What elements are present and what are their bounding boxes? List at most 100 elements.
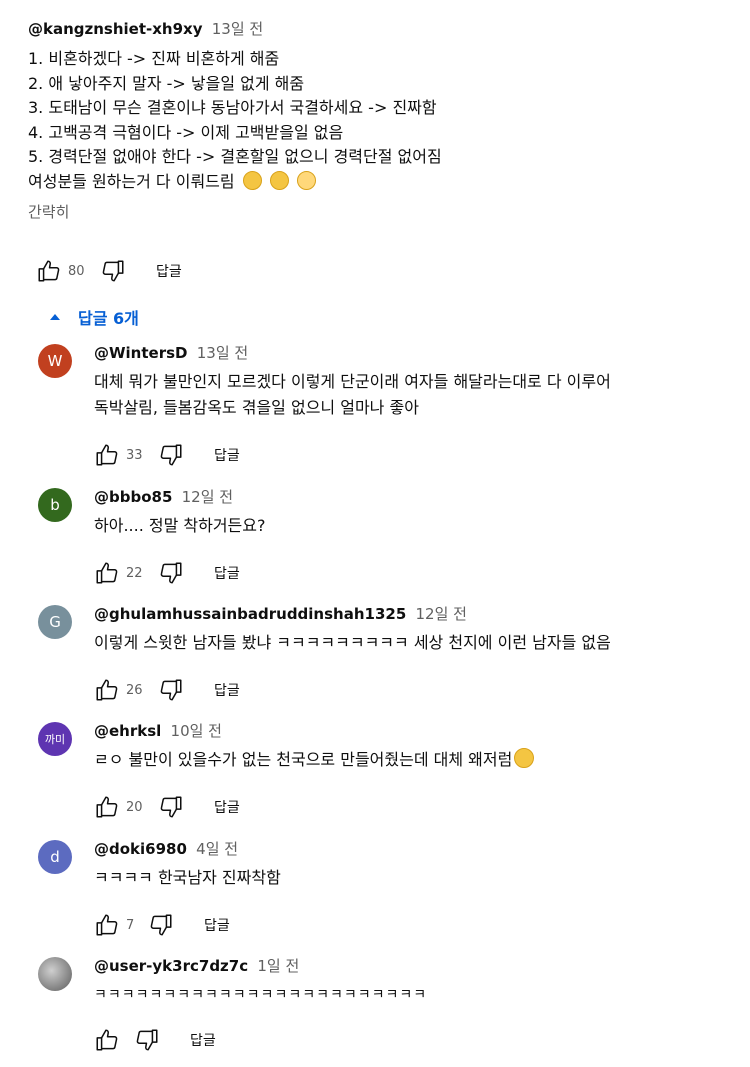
thumbs-down-icon[interactable] [158, 677, 184, 703]
reply-button[interactable]: 답글 [214, 563, 240, 583]
comment-line: 여성분들 원하는거 다 이뤄드림 [28, 171, 235, 191]
reply-time[interactable]: 12일 전 [182, 488, 233, 506]
reply-body: @ehrksl 10일 전 ㄹㅇ 불만이 있을수가 없는 천국으로 만들어줬는데… [94, 720, 750, 821]
reply-line: ㄹㅇ 불만이 있을수가 없는 천국으로 만들어줬는데 대체 왜저럼 [94, 750, 513, 769]
reply-line: 이렇게 스윗한 남자들 봤냐 ㅋㅋㅋㅋㅋㅋㅋㅋㅋ 세상 천지에 이런 남자들 없… [94, 633, 611, 652]
thumbs-down-icon[interactable] [134, 1027, 160, 1053]
reply-line: 독박살림, 들봄감옥도 겪을일 없으니 얼마나 좋아 [94, 398, 419, 417]
avatar-letter: d [50, 848, 60, 866]
thumbs-up-icon[interactable] [94, 677, 120, 703]
reply-line-wrap: ㄹㅇ 불만이 있을수가 없는 천국으로 만들어줬는데 대체 왜저럼 [94, 747, 750, 773]
reply-button[interactable]: 답글 [214, 445, 240, 465]
reply-text: ㅋㅋㅋㅋㅋㅋㅋㅋㅋㅋㅋㅋㅋㅋㅋㅋㅋㅋㅋㅋㅋㅋㅋㅋ [94, 982, 750, 1008]
beaming-emoji-icon [296, 170, 316, 190]
reply-toolbar: 7 답글 [94, 911, 750, 939]
reply-header: @bbbo85 12일 전 [94, 486, 750, 507]
like-count: 80 [68, 263, 85, 279]
reply-author[interactable]: @bbbo85 [94, 488, 172, 506]
reply-toolbar: 20 답글 [94, 793, 750, 821]
reply-button[interactable]: 답글 [156, 261, 182, 281]
avatar-letter: b [50, 496, 60, 514]
reply-button[interactable]: 답글 [190, 1030, 216, 1050]
comment-line: 5. 경력단절 없애야 한다 -> 결혼할일 없으니 경력단절 없어짐 [28, 147, 442, 166]
comment-header: @kangznshiet-xh9xy 13일 전 [28, 18, 748, 39]
reply-header: @WintersD 13일 전 [94, 342, 750, 363]
comment-line: 4. 고백공격 극혐이다 -> 이제 고백받을일 없음 [28, 122, 344, 142]
comment-line-last: 여성분들 원하는거 다 이뤄드림 [28, 170, 748, 195]
comment-line: 2. 애 낳아주지 말자 -> 낳을일 없게 해줌 [28, 73, 305, 93]
avatar[interactable]: W [38, 344, 72, 378]
reply-toolbar: 22 답글 [94, 559, 750, 587]
avatar[interactable]: 까미 [38, 722, 72, 756]
reply-button[interactable]: 답글 [214, 680, 240, 700]
reply-time[interactable]: 4일 전 [196, 840, 238, 858]
comment-line: 1. 비혼하겠다 -> 진짜 비혼하게 해줌 [28, 49, 280, 68]
reply-button[interactable]: 답글 [214, 797, 240, 817]
reply-text: 대체 뭐가 불만인지 모르겠다 이렇게 단군이래 여자들 해달라는대로 다 이루… [94, 369, 750, 421]
replies-toggle-button[interactable]: 답글 6개 [50, 305, 139, 329]
avatar-letter: 까미 [44, 733, 66, 746]
thumbs-up-icon[interactable] [94, 794, 120, 820]
reply-time[interactable]: 12일 전 [416, 605, 467, 623]
smile-emoji-icon [242, 170, 262, 190]
reply-line: ㅋㅋㅋㅋㅋㅋㅋㅋㅋㅋㅋㅋㅋㅋㅋㅋㅋㅋㅋㅋㅋㅋㅋㅋ [94, 987, 428, 1003]
comment-time[interactable]: 13일 전 [212, 20, 263, 38]
like-count: 7 [126, 917, 135, 933]
reply-button[interactable]: 답글 [204, 915, 230, 935]
thumbs-up-icon[interactable] [94, 1027, 120, 1053]
laughing-emoji-icon [514, 748, 535, 768]
reply-header: @doki6980 4일 전 [94, 838, 750, 859]
reply-author[interactable]: @doki6980 [94, 840, 187, 858]
reply-header: @user-yk3rc7dz7c 1일 전 [94, 955, 750, 976]
reply-time[interactable]: 13일 전 [197, 344, 248, 362]
thumbs-down-icon[interactable] [100, 258, 126, 284]
avatar-letter: G [49, 613, 61, 631]
thumbs-up-icon[interactable] [36, 258, 62, 284]
caret-up-icon [50, 314, 60, 320]
reply-header: @ghulamhussainbadruddinshah1325 12일 전 [94, 603, 750, 624]
reply-author[interactable]: @ghulamhussainbadruddinshah1325 [94, 605, 406, 623]
avatar-letter: W [47, 352, 63, 370]
reply-author[interactable]: @user-yk3rc7dz7c [94, 957, 248, 975]
reply-time[interactable]: 1일 전 [257, 957, 299, 975]
thumbs-up-icon[interactable] [94, 442, 120, 468]
reply-text: ㄹㅇ 불만이 있을수가 없는 천국으로 만들어줬는데 대체 왜저럼 [94, 747, 750, 773]
avatar[interactable] [38, 957, 72, 991]
main-comment-toolbar: 80 답글 [36, 257, 182, 285]
reply-toolbar: 답글 [94, 1026, 750, 1054]
reply-author[interactable]: @ehrksl [94, 722, 161, 740]
reply-toolbar: 33 답글 [94, 441, 750, 469]
thumbs-down-icon[interactable] [158, 442, 184, 468]
reply-body: @bbbo85 12일 전 하아.... 정말 착하거든요? 22 답글 [94, 486, 750, 587]
reply-toolbar: 26 답글 [94, 676, 750, 704]
comment-text: 1. 비혼하겠다 -> 진짜 비혼하게 해줌 2. 애 낳아주지 말자 -> 낳… [28, 47, 748, 194]
reply-text: 하아.... 정말 착하거든요? [94, 513, 750, 539]
like-count: 33 [126, 447, 143, 463]
reply-line: 하아.... 정말 착하거든요? [94, 516, 266, 535]
thumbs-down-icon[interactable] [158, 794, 184, 820]
thumbs-down-icon[interactable] [148, 912, 174, 938]
reply-body: @user-yk3rc7dz7c 1일 전 ㅋㅋㅋㅋㅋㅋㅋㅋㅋㅋㅋㅋㅋㅋㅋㅋㅋㅋ… [94, 955, 750, 1054]
reply-line: 대체 뭐가 불만인지 모르겠다 이렇게 단군이래 여자들 해달라는대로 다 이루… [94, 372, 611, 391]
reply-text: 이렇게 스윗한 남자들 봤냐 ㅋㅋㅋㅋㅋㅋㅋㅋㅋ 세상 천지에 이런 남자들 없… [94, 630, 750, 656]
like-count: 20 [126, 799, 143, 815]
reply-author[interactable]: @WintersD [94, 344, 188, 362]
thumbs-down-icon[interactable] [158, 560, 184, 586]
reply-body: @WintersD 13일 전 대체 뭐가 불만인지 모르겠다 이렇게 단군이래… [94, 342, 750, 469]
thumbs-up-icon[interactable] [94, 560, 120, 586]
read-less-link[interactable]: 간략히 [28, 201, 748, 222]
reply-header: @ehrksl 10일 전 [94, 720, 750, 741]
avatar[interactable]: d [38, 840, 72, 874]
reply-time[interactable]: 10일 전 [171, 722, 222, 740]
like-count: 26 [126, 682, 143, 698]
comment-author[interactable]: @kangznshiet-xh9xy [28, 20, 203, 38]
avatar[interactable]: G [38, 605, 72, 639]
thumbs-up-icon[interactable] [94, 912, 120, 938]
main-comment: @kangznshiet-xh9xy 13일 전 1. 비혼하겠다 -> 진짜 … [28, 18, 748, 222]
reply-body: @ghulamhussainbadruddinshah1325 12일 전 이렇… [94, 603, 750, 704]
reply-text: ㅋㅋㅋㅋ 한국남자 진짜착함 [94, 865, 750, 891]
comment-line: 3. 도태남이 무슨 결혼이냐 동남아가서 국결하세요 -> 진짜함 [28, 98, 437, 117]
replies-toggle-label: 답글 6개 [78, 309, 139, 328]
grin-emoji-icon [269, 170, 289, 190]
avatar[interactable]: b [38, 488, 72, 522]
